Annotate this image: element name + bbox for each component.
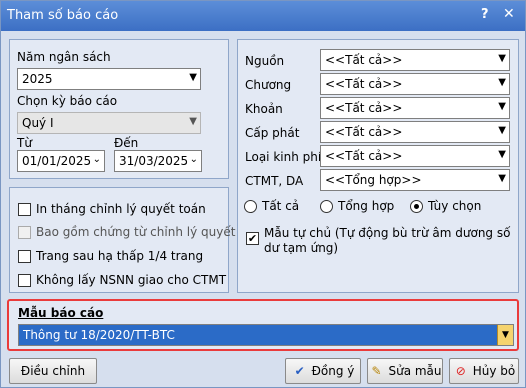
tu-date-value: 01/01/2025 <box>22 154 92 168</box>
nguon-label: Nguồn <box>245 54 285 68</box>
chevron-down-icon: ▼ <box>189 72 197 83</box>
loai-kinh-phi-label: Loại kinh phí <box>245 150 322 164</box>
nam-ngan-sach-value: 2025 <box>22 72 53 86</box>
cap-phat-label: Cấp phát <box>245 126 300 140</box>
ctmt-value: <<Tổng hợp>> <box>325 173 422 187</box>
den-date-value: 31/03/2025 <box>119 154 189 168</box>
mau-bao-cao-value: Thông tư 18/2020/TT-BTC <box>23 328 175 342</box>
chuong-select[interactable]: <<Tất cả>> ▼ <box>320 73 510 95</box>
chevron-down-icon[interactable]: ▼ <box>497 325 513 345</box>
chuong-label: Chương <box>245 78 292 92</box>
options-group: In tháng chỉnh lý quyết toán Bao gồm chứ… <box>9 187 266 293</box>
chon-ky-select[interactable]: Quý I ▼ <box>17 112 201 134</box>
filter-group: Nguồn <<Tất cả>> ▼ Chương <<Tất cả>> ▼ K… <box>237 39 519 293</box>
mau-tu-chu-checkbox[interactable]: ✔ <box>246 232 259 245</box>
help-button[interactable]: ? <box>481 7 489 22</box>
dieu-chinh-button[interactable]: Điều chỉnh <box>9 358 97 384</box>
khoan-label: Khoản <box>245 102 283 116</box>
khong-lay-label: Không lấy NSNN giao cho CTMT <box>36 273 227 287</box>
chuong-value: <<Tất cả>> <box>325 77 403 91</box>
nam-ngan-sach-select[interactable]: 2025 ▼ <box>17 68 201 90</box>
nguon-value: <<Tất cả>> <box>325 53 403 67</box>
chon-ky-label: Chọn kỳ báo cáo <box>17 94 118 108</box>
report-params-dialog: Tham số báo cáo ? ✕ Năm ngân sách 2025 ▼… <box>0 0 526 388</box>
window-title: Tham số báo cáo <box>7 8 119 23</box>
title-bar: Tham số báo cáo ? ✕ <box>1 1 525 31</box>
khoan-select[interactable]: <<Tất cả>> ▼ <box>320 97 510 119</box>
radio-tat-ca[interactable] <box>244 200 257 213</box>
sua-mau-button[interactable]: ✎ Sửa mẫu <box>367 358 443 384</box>
check-icon: ✔ <box>294 364 305 378</box>
mau-tu-chu-label: Mẫu tự chủ (Tự động bù trừ âm dương số d… <box>264 226 511 255</box>
nguon-select[interactable]: <<Tất cả>> ▼ <box>320 49 510 71</box>
close-button[interactable]: ✕ <box>503 6 515 22</box>
ctmt-select[interactable]: <<Tổng hợp>> ▼ <box>320 169 510 191</box>
edit-icon: ✎ <box>371 364 382 378</box>
chevron-down-icon: ▼ <box>498 101 506 112</box>
chevron-down-icon: ▼ <box>498 149 506 160</box>
mau-bao-cao-select[interactable]: Thông tư 18/2020/TT-BTC ▼ <box>18 324 514 346</box>
period-group: Năm ngân sách 2025 ▼ Chọn kỳ báo cáo Quý… <box>9 39 229 179</box>
den-date-picker[interactable]: 31/03/2025 ⌄ <box>114 150 202 172</box>
in-thang-checkbox[interactable] <box>18 203 31 216</box>
chevron-down-icon: ▼ <box>498 125 506 136</box>
khoan-value: <<Tất cả>> <box>325 101 403 115</box>
radio-tuy-chon-label: Tùy chọn <box>428 199 482 213</box>
in-thang-label: In tháng chỉnh lý quyết toán <box>36 202 206 216</box>
tu-date-picker[interactable]: 01/01/2025 ⌄ <box>17 150 105 172</box>
ctmt-label: CTMT, DA <box>245 174 304 188</box>
chevron-down-icon: ⌄ <box>92 154 101 165</box>
mau-bao-cao-group: Mẫu báo cáo Thông tư 18/2020/TT-BTC ▼ <box>7 299 519 351</box>
chevron-down-icon: ▼ <box>498 77 506 88</box>
radio-tong-hop-label: Tổng hợp <box>338 199 395 213</box>
chevron-down-icon: ▼ <box>189 116 197 127</box>
tu-label: Từ <box>17 136 32 150</box>
cap-phat-value: <<Tất cả>> <box>325 125 403 139</box>
dieu-chinh-label: Điều chỉnh <box>20 364 86 378</box>
chon-ky-value: Quý I <box>22 116 54 130</box>
chevron-down-icon: ▼ <box>498 173 506 184</box>
chevron-down-icon: ⌄ <box>189 154 198 165</box>
nam-ngan-sach-label: Năm ngân sách <box>17 50 111 64</box>
sua-mau-label: Sửa mẫu <box>388 364 442 378</box>
mau-bao-cao-label: Mẫu báo cáo <box>18 306 104 320</box>
bao-gom-label: Bao gồm chứng từ chỉnh lý quyết toán <box>36 225 267 239</box>
loai-kinh-phi-value: <<Tất cả>> <box>325 149 403 163</box>
dong-y-label: Đồng ý <box>311 364 355 378</box>
cancel-icon: ⊘ <box>455 364 466 378</box>
khong-lay-checkbox[interactable] <box>18 274 31 287</box>
loai-kinh-phi-select[interactable]: <<Tất cả>> ▼ <box>320 145 510 167</box>
huy-bo-button[interactable]: ⊘ Hủy bỏ <box>449 358 519 384</box>
radio-tong-hop[interactable] <box>320 200 333 213</box>
den-label: Đến <box>114 136 139 150</box>
chevron-down-icon: ▼ <box>498 53 506 64</box>
radio-tuy-chon[interactable] <box>410 200 423 213</box>
trang-sau-checkbox[interactable] <box>18 250 31 263</box>
dong-y-button[interactable]: ✔ Đồng ý <box>285 358 361 384</box>
radio-tat-ca-label: Tất cả <box>262 199 300 213</box>
cap-phat-select[interactable]: <<Tất cả>> ▼ <box>320 121 510 143</box>
trang-sau-label: Trang sau hạ thấp 1/4 trang <box>36 249 204 263</box>
huy-bo-label: Hủy bỏ <box>472 364 516 378</box>
bao-gom-checkbox[interactable] <box>18 226 31 239</box>
